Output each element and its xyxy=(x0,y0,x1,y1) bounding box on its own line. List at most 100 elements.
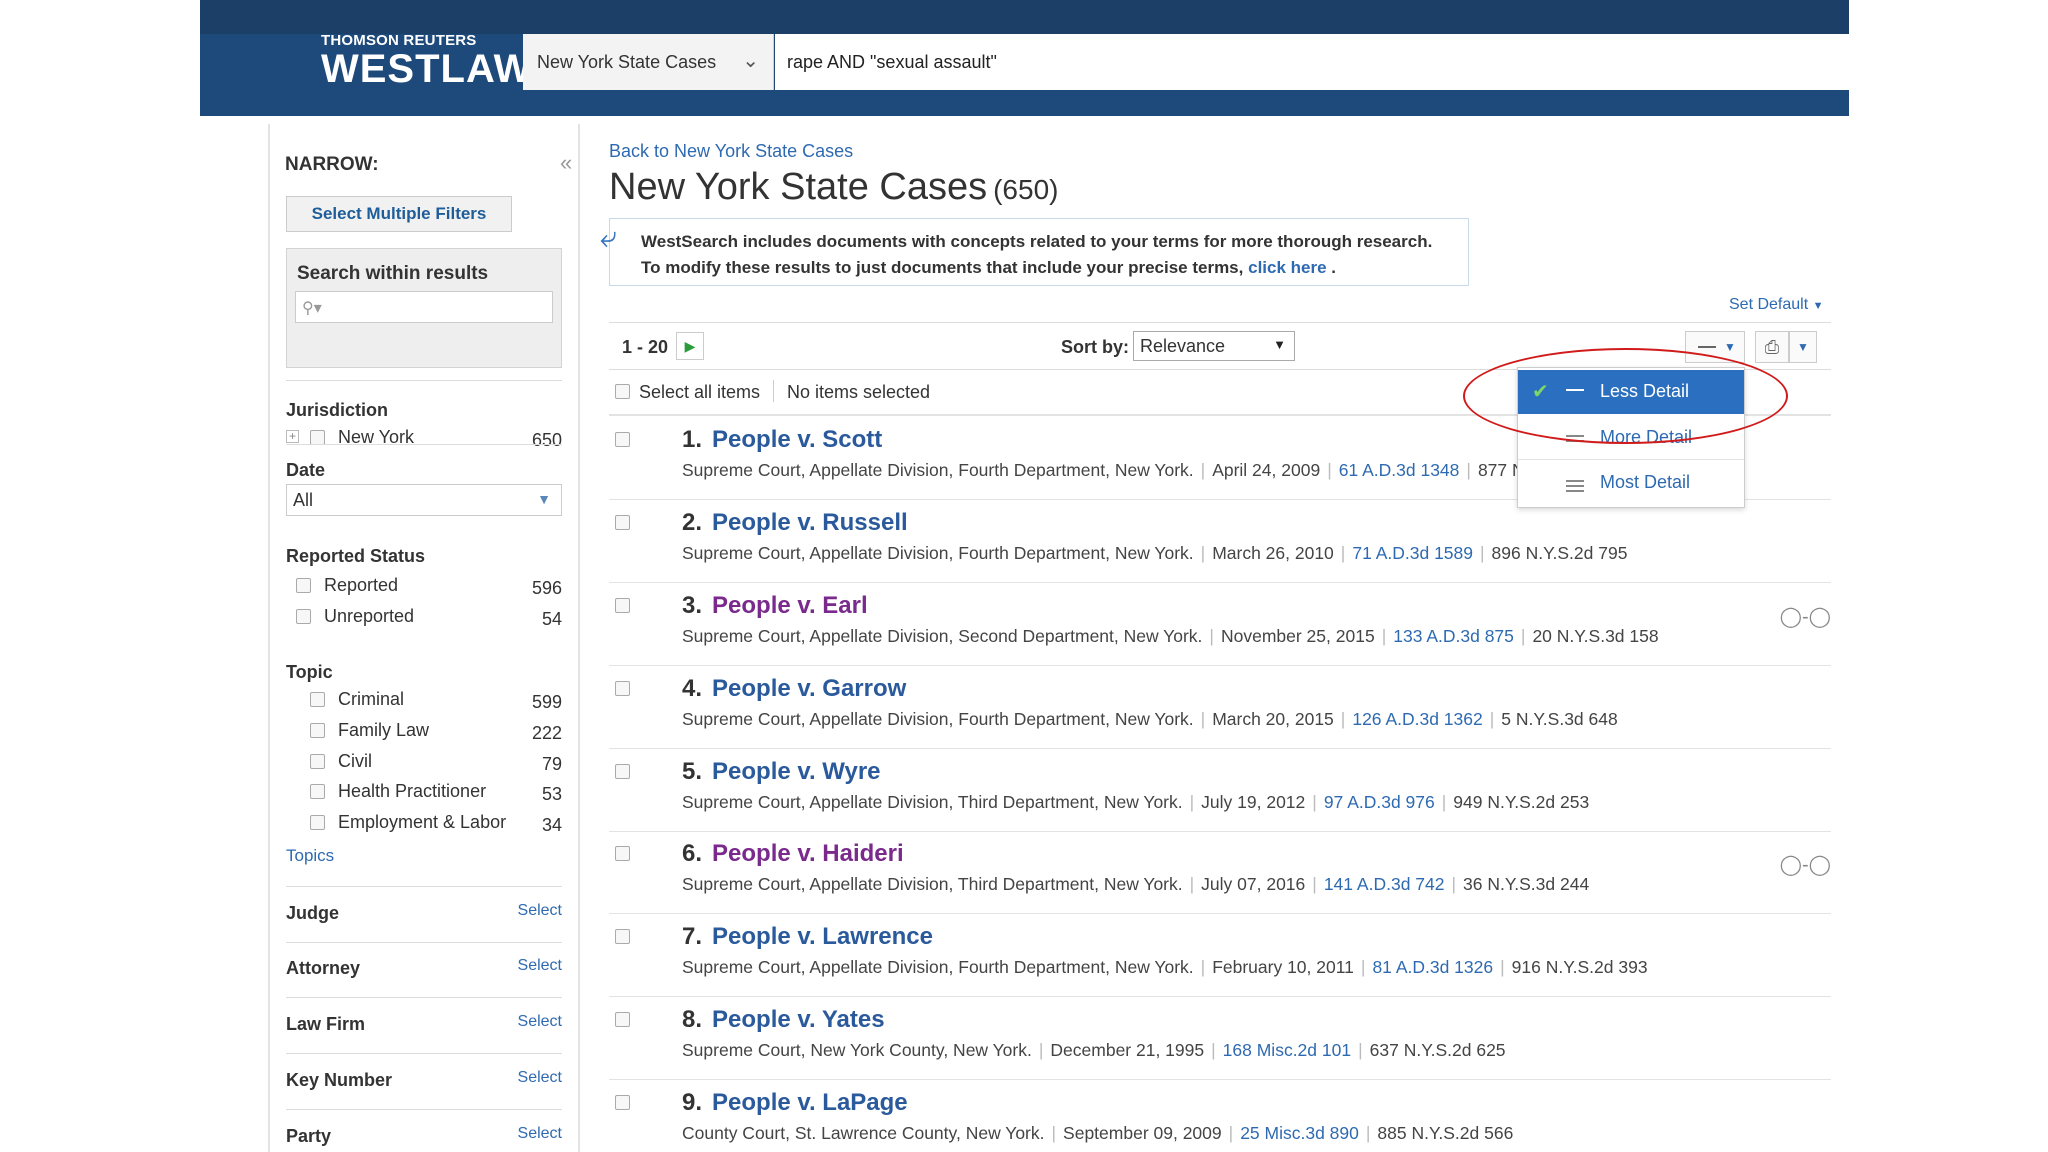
result-citation-link[interactable]: 97 A.D.3d 976 xyxy=(1324,792,1435,812)
facet-label: Attorney xyxy=(286,958,361,978)
expand-icon[interactable]: + xyxy=(286,430,299,443)
checkbox[interactable] xyxy=(296,578,311,593)
result-citation-link[interactable]: 71 A.D.3d 1589 xyxy=(1352,543,1473,563)
result-checkbox[interactable] xyxy=(615,681,630,696)
result-number: 9. xyxy=(682,1089,703,1116)
print-icon[interactable]: ⎙ xyxy=(1755,331,1789,363)
result-citation-link[interactable]: 81 A.D.3d 1326 xyxy=(1372,957,1493,977)
checkbox[interactable] xyxy=(310,815,325,830)
set-default-label: Set Default xyxy=(1729,296,1809,313)
next-page-button[interactable]: ▶ xyxy=(676,332,704,360)
checkbox[interactable] xyxy=(310,692,325,707)
result-checkbox[interactable] xyxy=(615,432,630,447)
result-title-link[interactable]: 9. People v. LaPage xyxy=(682,1089,908,1117)
result-checkbox[interactable] xyxy=(615,764,630,779)
result-meta: Supreme Court, Appellate Division, Fourt… xyxy=(682,543,1628,563)
result-title-link[interactable]: 4. People v. Garrow xyxy=(682,675,906,703)
facet-label: Party xyxy=(286,1126,332,1146)
result-title-link[interactable]: 2. People v. Russell xyxy=(682,509,908,537)
select-link[interactable]: Select xyxy=(518,1069,562,1087)
sort-select[interactable]: Relevance ▼ xyxy=(1133,331,1295,361)
result-title: People v. Garrow xyxy=(712,675,907,702)
result-checkbox[interactable] xyxy=(615,1012,630,1027)
select-link[interactable]: Select xyxy=(518,1125,562,1143)
result-citation: 949 N.Y.S.2d 253 xyxy=(1453,792,1590,812)
result-checkbox[interactable] xyxy=(615,929,630,944)
westlaw-logo[interactable]: THOMSON REUTERS WESTLAW xyxy=(321,32,532,89)
sort-by-label: Sort by: xyxy=(1061,337,1130,357)
result-citation-link[interactable]: 168 Misc.2d 101 xyxy=(1223,1040,1351,1060)
facet-row-unreported[interactable]: Unreported 54 xyxy=(286,605,562,629)
facet-row-employment-labor[interactable]: Employment & Labor 34 xyxy=(286,811,562,835)
result-date: March 26, 2010 xyxy=(1212,543,1334,563)
jurisdiction-select[interactable]: New York State Cases ⌄ xyxy=(523,34,774,90)
chevron-down-icon: ⌄ xyxy=(742,50,759,72)
collapse-sidebar-icon[interactable]: « xyxy=(560,150,572,176)
notice-end: . xyxy=(1331,258,1337,277)
result-court: County Court, St. Lawrence County, New Y… xyxy=(682,1123,1045,1143)
notice-line-2-text: To modify these results to just document… xyxy=(641,258,1244,277)
date-select[interactable]: All ▼ xyxy=(286,484,562,516)
divider xyxy=(286,1109,562,1110)
result-title-link[interactable]: 7. People v. Lawrence xyxy=(682,923,933,951)
checkbox[interactable] xyxy=(310,430,325,445)
checkbox[interactable] xyxy=(310,723,325,738)
facet-party: Party Select xyxy=(286,1125,562,1149)
result-citation-link[interactable]: 126 A.D.3d 1362 xyxy=(1352,709,1482,729)
result-date: July 07, 2016 xyxy=(1201,874,1306,894)
result-title-link[interactable]: 1. People v. Scott xyxy=(682,426,882,454)
result-citation-link[interactable]: 25 Misc.3d 890 xyxy=(1240,1123,1359,1143)
facet-row-family-law[interactable]: Family Law 222 xyxy=(286,719,562,743)
search-within-input[interactable]: ⚲▾ xyxy=(295,291,553,323)
result-number: 2. xyxy=(682,509,703,536)
facet-row-health-practitioner[interactable]: Health Practitioner 53 xyxy=(286,780,562,804)
result-title-link[interactable]: 6. People v. Haideri xyxy=(682,840,904,868)
back-link[interactable]: Back to New York State Cases xyxy=(609,141,853,162)
result-number: 5. xyxy=(682,758,703,785)
select-all-label[interactable]: Select all items xyxy=(639,382,760,403)
result-date: July 19, 2012 xyxy=(1201,792,1306,812)
result-checkbox[interactable] xyxy=(615,846,630,861)
delivery-options-button[interactable]: ▼ xyxy=(1789,331,1817,363)
topics-link[interactable]: Topics xyxy=(286,846,334,866)
facet-label: Health Practitioner xyxy=(338,781,487,801)
facet-row-new-york[interactable]: + New York 650 xyxy=(286,426,562,450)
result-date: December 21, 1995 xyxy=(1050,1040,1205,1060)
result-checkbox[interactable] xyxy=(615,1095,630,1110)
result-item: 9. People v. LaPage County Court, St. Law… xyxy=(609,1081,1831,1152)
checkbox[interactable] xyxy=(296,609,311,624)
narrow-label: NARROW: xyxy=(285,154,379,175)
result-number: 7. xyxy=(682,923,703,950)
facet-count: 596 xyxy=(531,578,562,598)
select-link[interactable]: Select xyxy=(518,1013,562,1031)
result-date: November 25, 2015 xyxy=(1220,626,1375,646)
result-title-link[interactable]: 8. People v. Yates xyxy=(682,1006,885,1034)
select-multiple-filters-button[interactable]: Select Multiple Filters xyxy=(286,196,512,232)
select-link[interactable]: Select xyxy=(518,902,562,920)
select-all-checkbox[interactable] xyxy=(615,384,630,399)
result-citation-link[interactable]: 61 A.D.3d 1348 xyxy=(1339,460,1460,480)
narrow-sidebar: NARROW: « Select Multiple Filters Search… xyxy=(268,124,580,1152)
menu-item-most-detail[interactable]: Most Detail xyxy=(1518,461,1744,505)
checkbox[interactable] xyxy=(310,754,325,769)
result-title-link[interactable]: 5. People v. Wyre xyxy=(682,758,881,786)
select-link[interactable]: Select xyxy=(518,957,562,975)
result-checkbox[interactable] xyxy=(615,515,630,530)
facet-row-criminal[interactable]: Criminal 599 xyxy=(286,688,562,712)
result-title-link[interactable]: 3. People v. Earl xyxy=(682,592,868,620)
result-title: People v. Haideri xyxy=(712,840,904,867)
result-citation-link[interactable]: 133 A.D.3d 875 xyxy=(1393,626,1514,646)
sort-value: Relevance xyxy=(1140,336,1226,356)
result-citation-link[interactable]: 141 A.D.3d 742 xyxy=(1324,874,1445,894)
checkbox[interactable] xyxy=(310,784,325,799)
facet-row-civil[interactable]: Civil 79 xyxy=(286,750,562,774)
set-default-link[interactable]: Set Default ▼ xyxy=(1729,296,1824,314)
facet-row-reported[interactable]: Reported 596 xyxy=(286,574,562,598)
caret-down-icon: ▼ xyxy=(1812,300,1824,312)
westsearch-notice: ⤶ WestSearch includes documents with con… xyxy=(600,218,1469,286)
date-value: All xyxy=(293,490,314,510)
result-checkbox[interactable] xyxy=(615,598,630,613)
divider xyxy=(773,380,774,402)
search-input[interactable]: rape AND "sexual assault" xyxy=(775,34,1849,90)
click-here-link[interactable]: click here xyxy=(1248,258,1326,277)
